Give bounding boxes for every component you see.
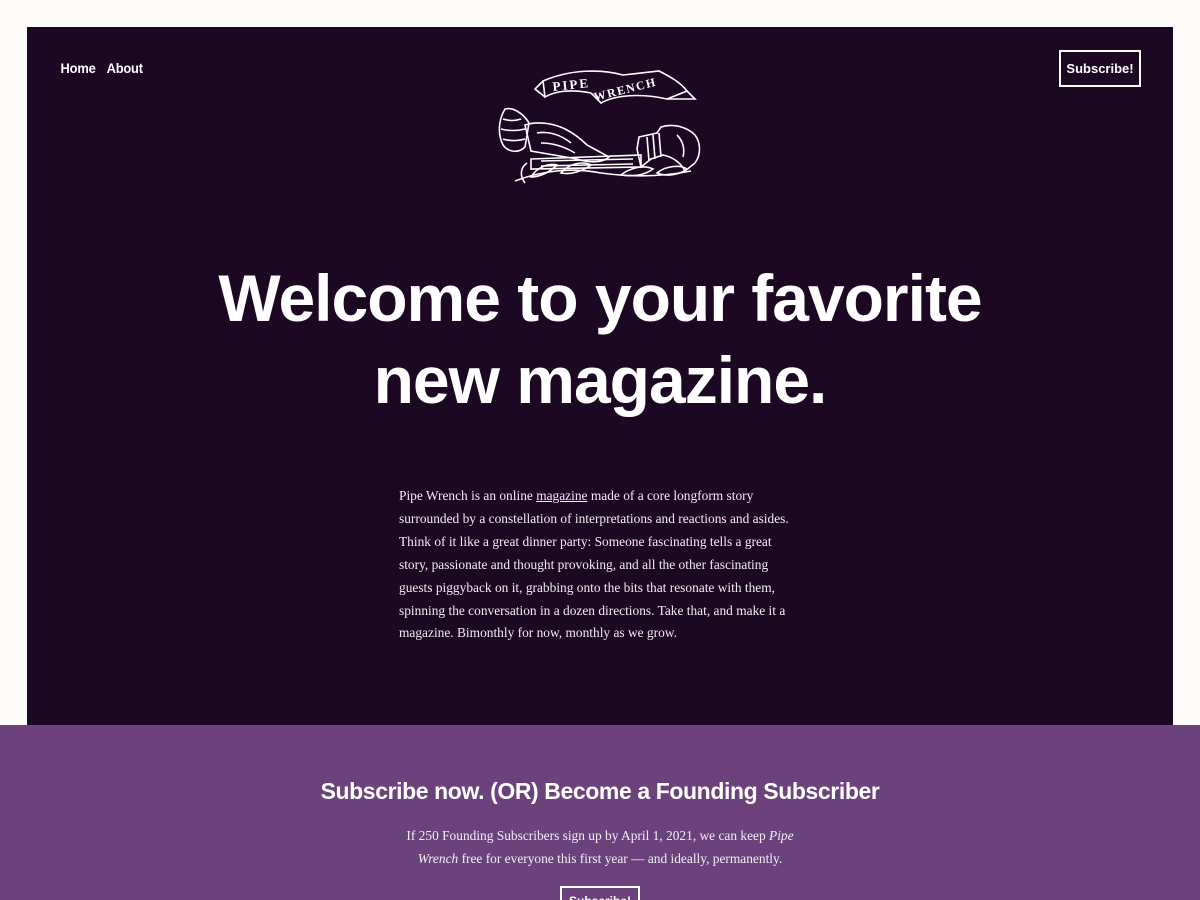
pipe-wrench-logo[interactable]: PIPE WRENCH [491, 63, 711, 185]
founding-text-start: If 250 Founding Subscribers sign up by A… [406, 828, 770, 843]
hero-headline-line-1: Welcome to your favorite [218, 261, 982, 335]
magazine-link[interactable]: magazine [536, 488, 587, 503]
nav-about-link[interactable]: About [107, 60, 143, 76]
intro-paragraph: Pipe Wrench is an online magazine made o… [399, 485, 799, 645]
logo-banner-text-2: WRENCH [592, 75, 658, 104]
intro-text-rest: made of a core longform story surrounded… [399, 488, 789, 641]
founding-subscriber-text: If 250 Founding Subscribers sign up by A… [390, 824, 810, 870]
founding-text-end: free for everyone this first year — and … [458, 851, 783, 866]
subscribe-heading: Subscribe now. (OR) Become a Founding Su… [320, 778, 880, 804]
main-nav: Home About [59, 60, 145, 76]
hero-section: Home About Subscribe! PIPE WRENCH Welcom… [27, 27, 1173, 725]
hero-headline-line-2: new magazine. [373, 343, 828, 417]
nav-home-link[interactable]: Home [61, 60, 96, 76]
intro-text-start: Pipe Wrench is an online [399, 488, 537, 503]
band-subscribe-button[interactable]: Subscribe! [560, 886, 640, 900]
header-subscribe-button[interactable]: Subscribe! [1059, 50, 1141, 87]
hero-headline: Welcome to your favorite new magazine. [27, 257, 1173, 421]
subscribe-band: Subscribe now. (OR) Become a Founding Su… [0, 725, 1200, 900]
